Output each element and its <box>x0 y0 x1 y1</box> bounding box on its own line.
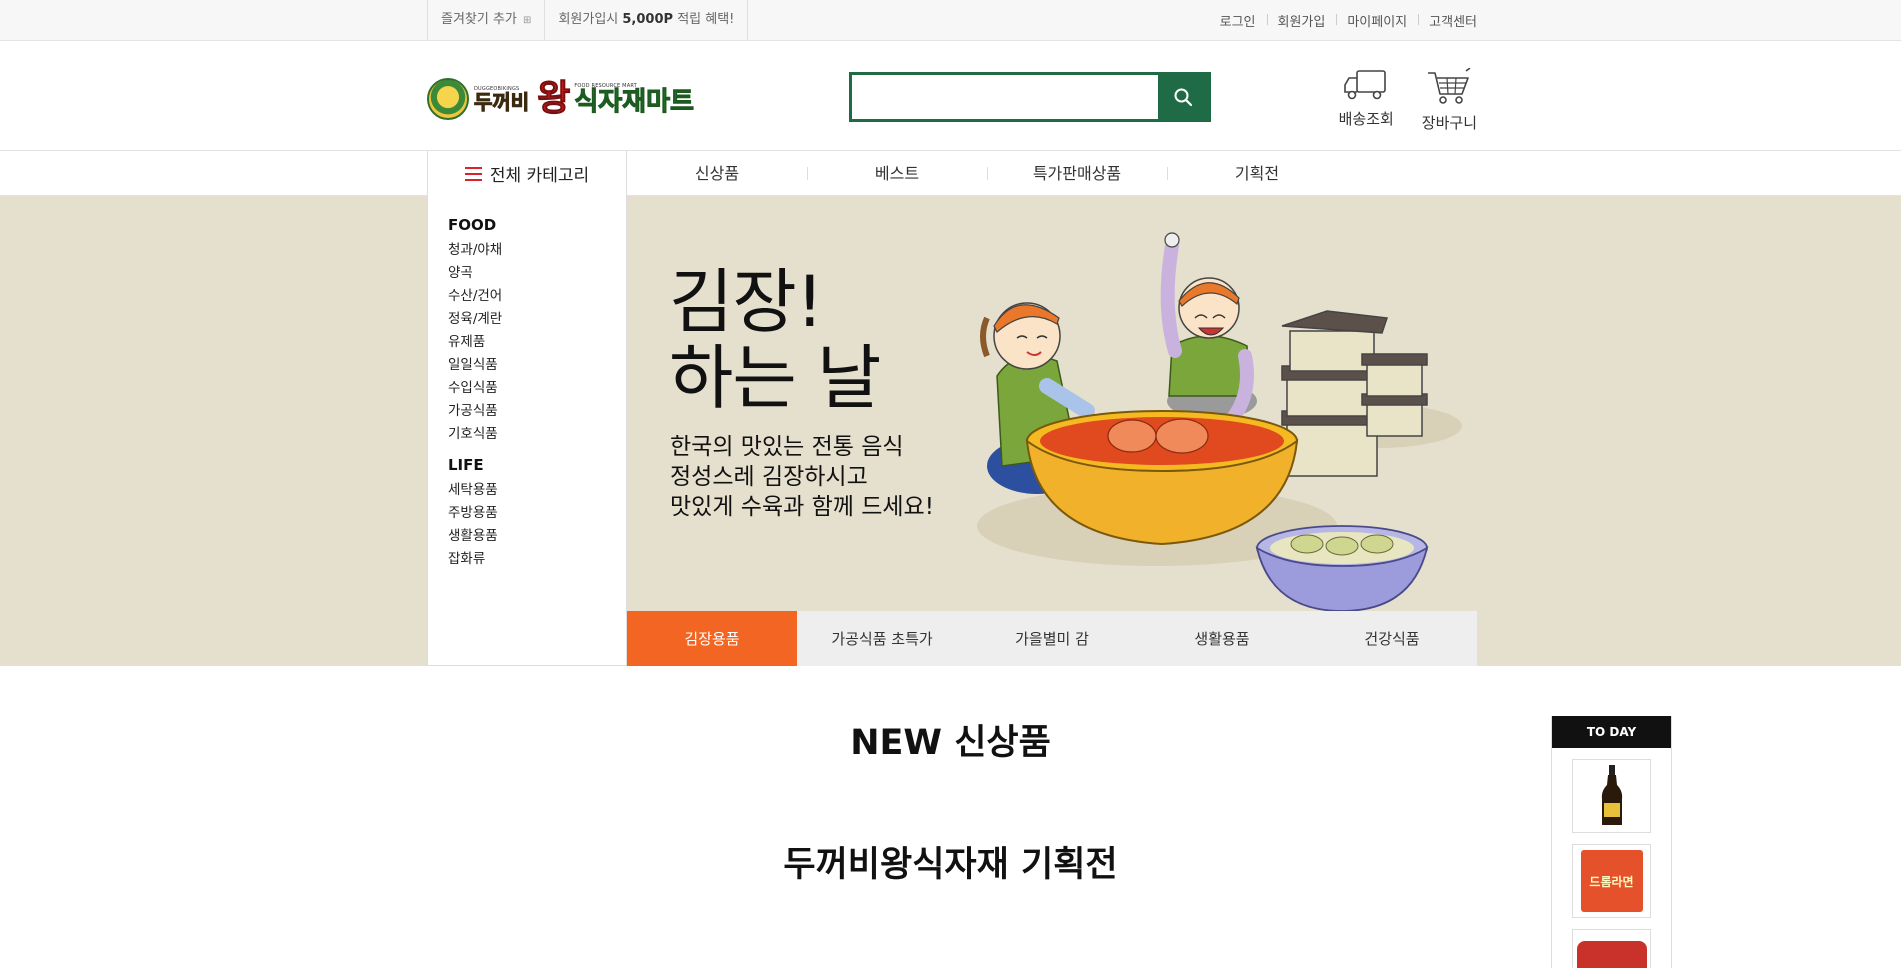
banner-tab-living[interactable]: 생활용품 <box>1137 611 1307 666</box>
category-item[interactable]: 생활용품 <box>448 525 626 548</box>
bookmark-label: 즐겨찾기 추가 <box>441 12 517 27</box>
banner-title-line: 하는 날 <box>669 337 881 419</box>
today-label: TO DAY <box>1552 716 1671 748</box>
category-item[interactable]: 일일식품 <box>448 354 626 377</box>
category-item[interactable]: 유제품 <box>448 331 626 354</box>
today-product-thumb[interactable] <box>1572 759 1651 833</box>
search-button[interactable] <box>1158 75 1208 119</box>
category-item[interactable]: 정육/계란 <box>448 308 626 331</box>
cart-label: 장바구니 <box>1421 114 1477 132</box>
today-viewed-panel: TO DAY 드롬라면 <box>1551 716 1672 968</box>
category-item[interactable]: 수입식품 <box>448 377 626 400</box>
site-header: DUGGEOBIKINGS 두꺼비 왕 FOOD RESOURCE MART 식… <box>0 41 1901 151</box>
category-item[interactable]: 기호식품 <box>448 423 626 446</box>
search-box <box>849 72 1211 122</box>
category-item[interactable]: 잡화류 <box>448 548 626 571</box>
banner-desc-line: 정성스레 김장하시고 <box>670 464 868 490</box>
banner-tabs: 김장용품 가공식품 초특가 가을별미 감 생활용품 건강식품 <box>627 611 1477 666</box>
banner-tab-kimjang[interactable]: 김장용품 <box>627 611 797 666</box>
bookmark-link[interactable]: 즐겨찾기 추가 ⊞ <box>427 0 544 40</box>
nav-special-sale[interactable]: 특가판매상품 <box>987 151 1167 196</box>
category-item[interactable]: 가공식품 <box>448 400 626 423</box>
logo-wang: 왕 <box>537 78 571 119</box>
logo-brand2-main: 식자재마트 <box>574 86 695 117</box>
login-link[interactable]: 로그인 <box>1209 11 1267 30</box>
banner-title-line: 김장! <box>669 261 824 343</box>
search-icon <box>1174 88 1193 107</box>
site-logo[interactable]: DUGGEOBIKINGS 두꺼비 왕 FOOD RESOURCE MART 식… <box>427 75 694 123</box>
signup-promo-prefix: 회원가입시 <box>558 12 619 27</box>
category-group-life: LIFE <box>448 456 484 474</box>
today-product-label: 드롬라면 <box>1589 874 1634 889</box>
banner-desc-line: 맛있게 수육과 함께 드세요! <box>670 494 934 520</box>
category-item[interactable]: 주방용품 <box>448 502 626 525</box>
category-item[interactable]: 수산/건어 <box>448 285 626 308</box>
today-product-thumb[interactable] <box>1572 929 1651 968</box>
category-item[interactable]: 세탁용품 <box>448 479 626 502</box>
top-utility-bar: 즐겨찾기 추가 ⊞ 회원가입시 5,000P 적립 혜택! 로그인 회원가입 마… <box>0 0 1901 41</box>
delivery-tracking-button[interactable]: 배송조회 <box>1339 68 1394 133</box>
all-categories-button[interactable]: 전체 카테고리 <box>427 151 627 196</box>
nav-new-products[interactable]: 신상품 <box>627 151 807 196</box>
search-input[interactable] <box>852 75 1158 119</box>
logo-emblem-icon <box>427 78 469 120</box>
cart-button[interactable]: 장바구니 <box>1422 68 1477 133</box>
main-content: NEW 신상품 두꺼비왕식자재 기획전 TO DAY 드롬라면 <box>0 666 1901 968</box>
category-group-food: FOOD <box>448 216 497 234</box>
banner-tab-persimmon[interactable]: 가을별미 감 <box>967 611 1137 666</box>
main-nav: 전체 카테고리 신상품 베스트 특가판매상품 기획전 <box>0 151 1901 196</box>
nav-best[interactable]: 베스트 <box>807 151 987 196</box>
signup-link[interactable]: 회원가입 <box>1266 11 1337 30</box>
delivery-label: 배송조회 <box>1338 110 1394 128</box>
today-product-thumb[interactable]: 드롬라면 <box>1572 844 1651 918</box>
banner-tab-health[interactable]: 건강식품 <box>1307 611 1477 666</box>
logo-brand1-main: 두꺼비 <box>473 89 530 114</box>
banner-description: 한국의 맛있는 전통 음식 정성스레 김장하시고 맛있게 수육과 함께 드세요! <box>670 432 934 522</box>
signup-promo-suffix: 적립 혜택! <box>677 12 735 27</box>
nav-promotion[interactable]: 기획전 <box>1167 151 1347 196</box>
mypage-link[interactable]: 마이페이지 <box>1336 11 1418 30</box>
category-item[interactable]: 청과/야채 <box>448 239 626 262</box>
banner-tab-processed[interactable]: 가공식품 초특가 <box>797 611 967 666</box>
signup-promo[interactable]: 회원가입시 5,000P 적립 혜택! <box>544 0 749 40</box>
hero-section: FOOD 청과/야채 양곡 수산/건어 정육/계란 유제품 일일식품 수입식품 … <box>0 196 1901 666</box>
kimjang-illustration <box>977 232 1462 611</box>
banner-title: 김장! 하는 날 <box>669 261 881 419</box>
hamburger-icon <box>464 166 482 181</box>
category-sidebar: FOOD 청과/야채 양곡 수산/건어 정육/계란 유제품 일일식품 수입식품 … <box>427 196 627 666</box>
banner-desc-line: 한국의 맛있는 전통 음식 <box>670 434 904 460</box>
category-item[interactable]: 양곡 <box>448 262 626 285</box>
sauce-bottle-icon <box>1601 765 1622 825</box>
hero-banner[interactable]: 김장! 하는 날 한국의 맛있는 전통 음식 정성스레 김장하시고 맛있게 수육… <box>627 196 1477 611</box>
all-categories-label: 전체 카테고리 <box>489 166 590 186</box>
signup-promo-points: 5,000P <box>622 12 674 27</box>
cart-icon <box>1428 68 1471 104</box>
customer-center-link[interactable]: 고객센터 <box>1418 11 1477 30</box>
truck-icon <box>1344 70 1386 100</box>
plus-box-icon: ⊞ <box>523 15 532 26</box>
